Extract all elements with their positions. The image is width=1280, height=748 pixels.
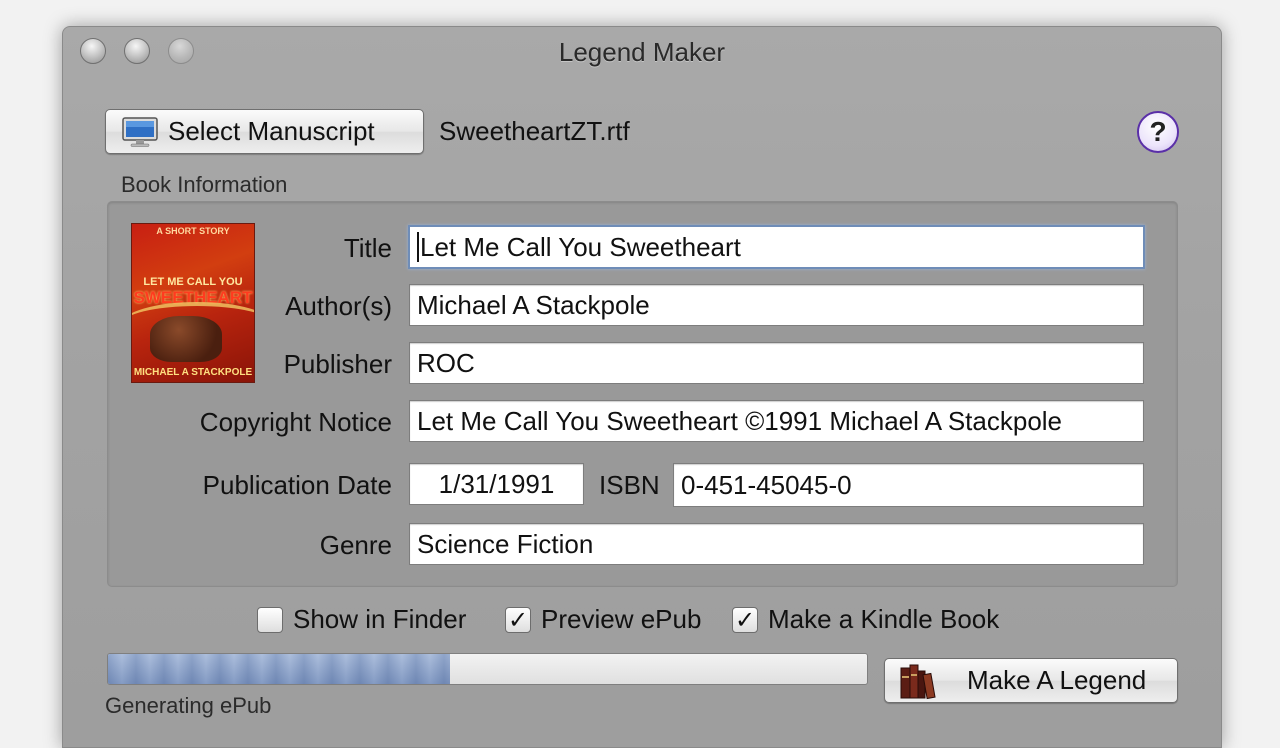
copyright-field[interactable]: Let Me Call You Sweetheart ©1991 Michael… bbox=[409, 400, 1144, 442]
publication-date-field[interactable]: 1/31/1991 bbox=[409, 463, 584, 505]
help-button[interactable]: ? bbox=[1137, 111, 1179, 153]
select-manuscript-button[interactable]: Select Manuscript bbox=[105, 109, 424, 154]
publication-date-label: Publication Date bbox=[202, 470, 392, 500]
monitor-icon bbox=[122, 116, 158, 147]
isbn-field[interactable]: 0-451-45045-0 bbox=[673, 463, 1144, 507]
books-icon bbox=[899, 662, 937, 700]
text-caret bbox=[417, 232, 419, 262]
app-window: Legend Maker Select Manuscript Sweethear… bbox=[62, 26, 1222, 748]
publication-date-value: 1/31/1991 bbox=[438, 468, 555, 499]
window-title: Legend Maker bbox=[558, 37, 726, 67]
cover-title-line1: LET ME CALL YOU bbox=[143, 276, 243, 288]
progress-fill bbox=[108, 654, 450, 684]
make-a-legend-label: Make A Legend bbox=[967, 665, 1147, 695]
show-in-finder-checkbox[interactable] bbox=[257, 607, 283, 633]
book-cover-image[interactable]: A SHORT STORY LET ME CALL YOU SWEETHEART… bbox=[131, 223, 255, 383]
manuscript-filename: SweetheartZT.rtf bbox=[439, 116, 630, 146]
checkmark-icon: ✓ bbox=[734, 606, 756, 634]
help-icon: ? bbox=[1149, 116, 1167, 147]
genre-label: Genre bbox=[319, 530, 392, 560]
preview-epub-checkbox[interactable]: ✓ bbox=[505, 606, 531, 634]
author-label: Author(s) bbox=[285, 291, 392, 321]
make-kindle-checkbox[interactable]: ✓ bbox=[732, 606, 758, 634]
progress-bar bbox=[107, 653, 868, 685]
isbn-label: ISBN bbox=[599, 470, 660, 500]
isbn-value: 0-451-45045-0 bbox=[681, 469, 852, 500]
genre-field[interactable]: Science Fiction bbox=[409, 523, 1144, 565]
select-manuscript-label: Select Manuscript bbox=[168, 116, 375, 146]
preview-epub-label: Preview ePub bbox=[541, 604, 702, 634]
publisher-value: ROC bbox=[417, 347, 475, 378]
title-bar: Legend Maker bbox=[63, 27, 1221, 79]
cover-chocolate bbox=[150, 316, 222, 362]
cover-kicker: A SHORT STORY bbox=[156, 226, 230, 236]
copyright-label: Copyright Notice bbox=[199, 407, 392, 437]
make-a-legend-button[interactable]: Make A Legend bbox=[884, 658, 1178, 703]
show-in-finder-label: Show in Finder bbox=[293, 604, 467, 634]
publisher-field[interactable]: ROC bbox=[409, 342, 1144, 384]
publisher-label: Publisher bbox=[283, 349, 392, 379]
copyright-value: Let Me Call You Sweetheart ©1991 Michael… bbox=[417, 405, 1063, 436]
genre-value: Science Fiction bbox=[417, 528, 594, 559]
title-field[interactable]: Let Me Call You Sweetheart bbox=[408, 225, 1145, 269]
title-label: Title bbox=[343, 233, 392, 263]
book-information-heading: Book Information bbox=[121, 172, 288, 197]
progress-status: Generating ePub bbox=[105, 693, 272, 718]
author-value: Michael A Stackpole bbox=[417, 289, 650, 320]
make-kindle-label: Make a Kindle Book bbox=[768, 604, 1000, 634]
checkmark-icon: ✓ bbox=[507, 606, 529, 634]
cover-author: MICHAEL A STACKPOLE bbox=[133, 367, 253, 378]
title-value: Let Me Call You Sweetheart bbox=[420, 231, 741, 262]
author-field[interactable]: Michael A Stackpole bbox=[409, 284, 1144, 326]
